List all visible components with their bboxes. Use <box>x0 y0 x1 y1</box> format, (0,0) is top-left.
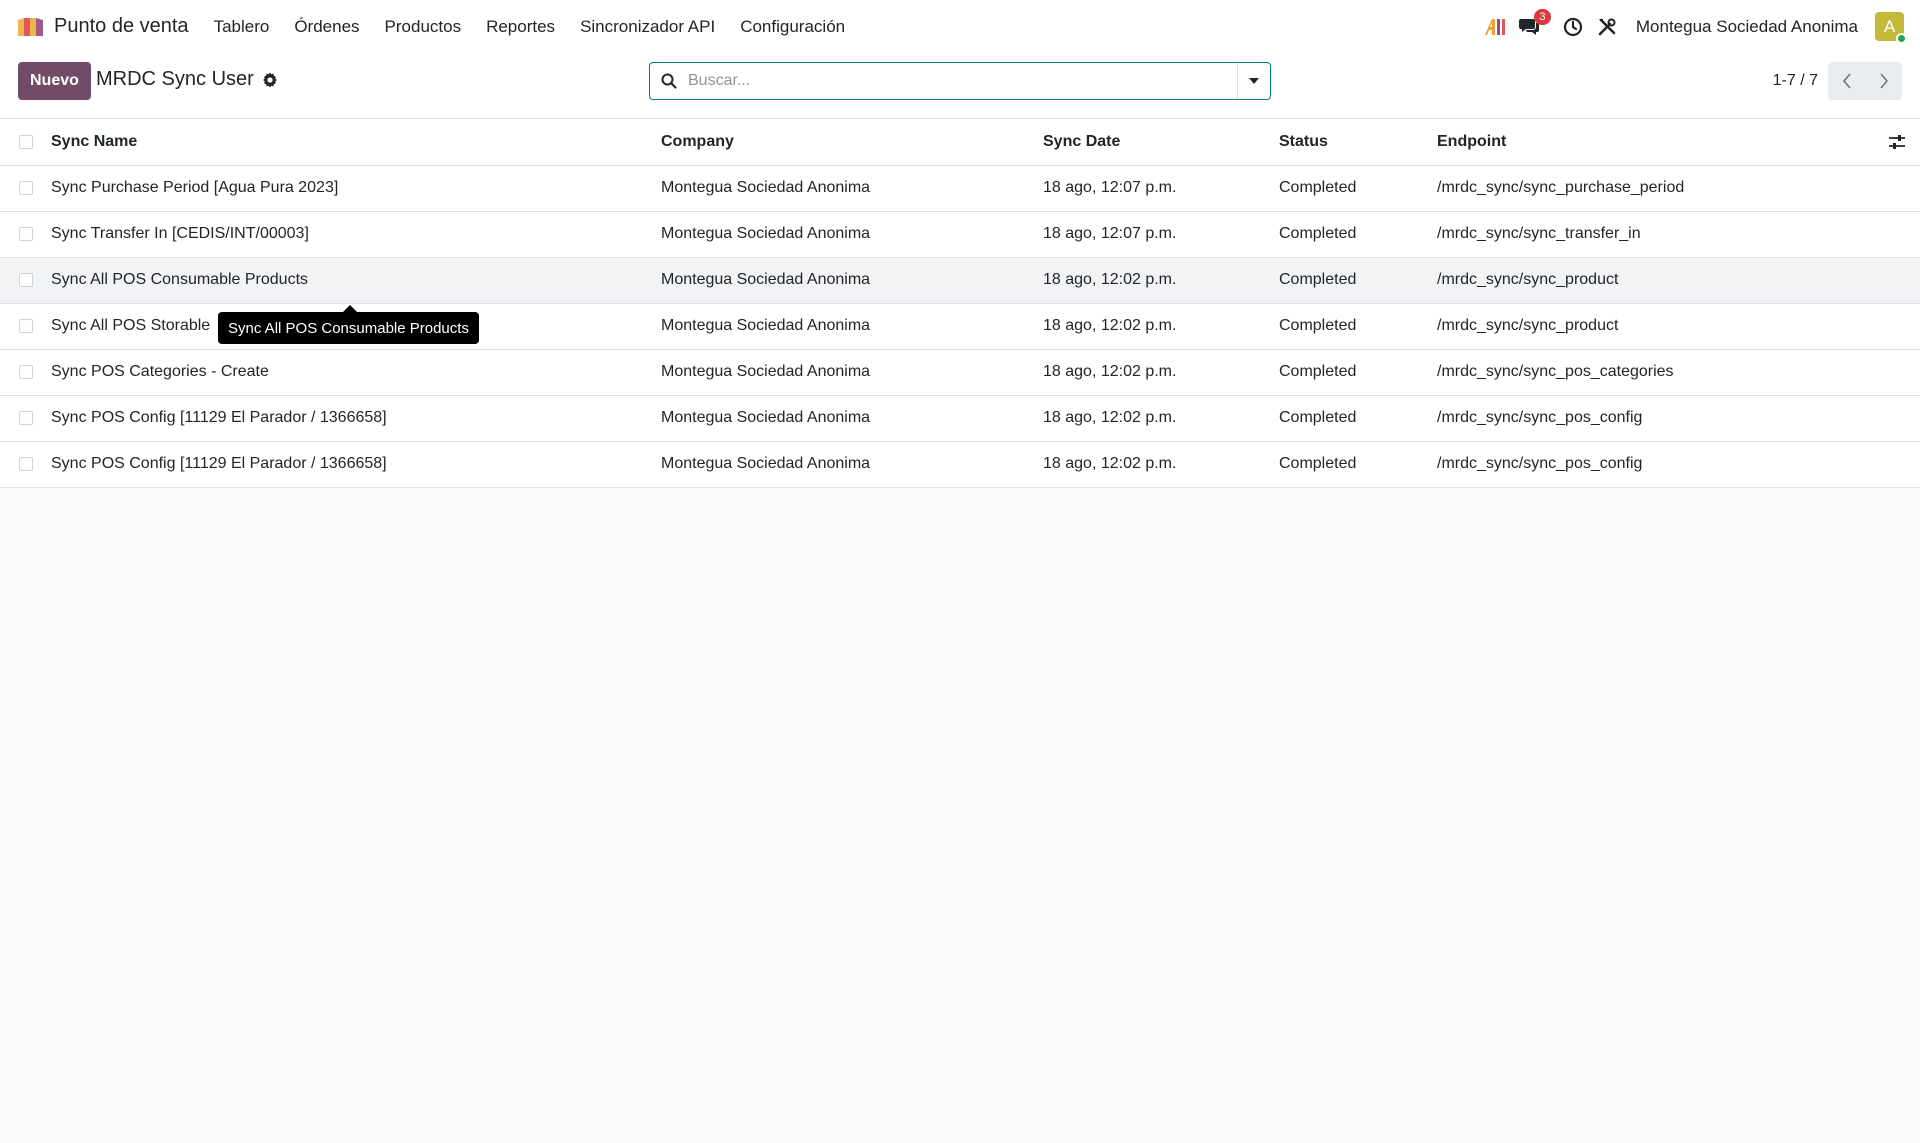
cell-company: Montegua Sociedad Anonima <box>661 179 871 196</box>
table-row[interactable]: Sync All POS Consumable Products Montegu… <box>0 257 1920 303</box>
avatar-letter: A <box>1883 16 1896 36</box>
menu-reportes[interactable]: Reportes <box>486 17 555 37</box>
column-header-company[interactable]: Company <box>661 119 1043 165</box>
cell-endpoint: /mrdc_sync/sync_pos_config <box>1437 455 1643 472</box>
column-header-endpoint[interactable]: Endpoint <box>1437 119 1874 165</box>
cell-sync-name: Sync POS Config [11129 El Parador / 1366… <box>51 455 387 472</box>
row-checkbox[interactable] <box>19 364 33 379</box>
cell-sync-date: 18 ago, 12:02 p.m. <box>1043 409 1177 426</box>
list-view: Sync Name Company Sync Date Status Endpo… <box>0 119 1920 488</box>
optional-columns-icon[interactable] <box>1874 134 1920 150</box>
cell-sync-date: 18 ago, 12:02 p.m. <box>1043 363 1177 380</box>
control-panel: Nuevo MRDC Sync User 1-7 / 7 <box>0 53 1920 119</box>
app-name[interactable]: Punto de venta <box>54 15 189 38</box>
cell-endpoint: /mrdc_sync/sync_purchase_period <box>1437 179 1685 196</box>
tools-icon[interactable] <box>1594 14 1620 40</box>
row-checkbox[interactable] <box>19 410 33 425</box>
new-button[interactable]: Nuevo <box>18 62 91 100</box>
cell-company: Montegua Sociedad Anonima <box>661 455 871 472</box>
menu-ordenes[interactable]: Órdenes <box>294 17 359 37</box>
row-checkbox[interactable] <box>19 226 33 241</box>
table-row[interactable]: Sync POS Categories - Create Montegua So… <box>0 349 1920 395</box>
row-checkbox[interactable] <box>19 180 33 195</box>
user-avatar[interactable]: A <box>1875 12 1907 44</box>
cell-sync-name: Sync POS Config [11129 El Parador / 1366… <box>51 409 387 426</box>
menu-configuracion[interactable]: Configuración <box>740 17 845 37</box>
page-title: MRDC Sync User <box>96 68 254 90</box>
cell-status: Completed <box>1279 225 1357 242</box>
cell-company: Montegua Sociedad Anonima <box>661 363 871 380</box>
navbar-systray: 3 Montegua Sociedad Anonima A <box>1474 8 1907 44</box>
cell-company: Montegua Sociedad Anonima <box>661 409 871 426</box>
caret-down-icon <box>1249 78 1259 84</box>
online-status-icon <box>1896 33 1907 44</box>
cell-endpoint: /mrdc_sync/sync_pos_categories <box>1437 363 1674 380</box>
table-row[interactable]: Sync POS Config [11129 El Parador / 1366… <box>0 395 1920 441</box>
cell-sync-name: Sync POS Categories - Create <box>51 363 269 380</box>
cell-sync-date: 18 ago, 12:07 p.m. <box>1043 225 1177 242</box>
cell-company: Montegua Sociedad Anonima <box>661 271 871 288</box>
pager-next-button[interactable] <box>1865 62 1902 100</box>
company-switcher[interactable]: Montegua Sociedad Anonima <box>1636 17 1858 37</box>
cell-endpoint: /mrdc_sync/sync_product <box>1437 317 1619 334</box>
cell-status: Completed <box>1279 409 1357 426</box>
column-header-sync-date[interactable]: Sync Date <box>1043 119 1279 165</box>
cell-status: Completed <box>1279 271 1357 288</box>
cell-status: Completed <box>1279 317 1357 334</box>
cell-sync-date: 18 ago, 12:07 p.m. <box>1043 179 1177 196</box>
cell-sync-date: 18 ago, 12:02 p.m. <box>1043 317 1177 334</box>
search-input[interactable] <box>688 72 1237 90</box>
breadcrumb: MRDC Sync User <box>96 68 278 91</box>
cell-endpoint: /mrdc_sync/sync_pos_config <box>1437 409 1643 426</box>
cell-sync-name: Sync Transfer In [CEDIS/INT/00003] <box>51 225 309 242</box>
cell-company: Montegua Sociedad Anonima <box>661 225 871 242</box>
table-row[interactable]: Sync Purchase Period [Agua Pura 2023] Mo… <box>0 165 1920 211</box>
cell-sync-name: Sync All POS Consumable Products <box>51 271 309 288</box>
search-icon <box>650 63 688 99</box>
table-header-row: Sync Name Company Sync Date Status Endpo… <box>0 119 1920 165</box>
cell-status: Completed <box>1279 455 1357 472</box>
top-navbar: Punto de venta Tablero Órdenes Productos… <box>0 0 1920 53</box>
menu-sincronizador-api[interactable]: Sincronizador API <box>580 17 715 37</box>
pager: 1-7 / 7 <box>1773 62 1902 100</box>
row-checkbox[interactable] <box>19 318 33 333</box>
cell-company: Montegua Sociedad Anonima <box>661 317 871 334</box>
chat-icon[interactable]: 3 <box>1516 8 1551 40</box>
cell-status: Completed <box>1279 179 1357 196</box>
pos-app-logo-icon[interactable] <box>16 15 45 39</box>
cell-endpoint: /mrdc_sync/sync_transfer_in <box>1437 225 1641 242</box>
column-header-status[interactable]: Status <box>1279 119 1437 165</box>
menu-tablero[interactable]: Tablero <box>214 17 270 37</box>
cell-sync-date: 18 ago, 12:02 p.m. <box>1043 455 1177 472</box>
sync-table: Sync Name Company Sync Date Status Endpo… <box>0 119 1920 488</box>
chevron-right-icon <box>1879 73 1888 89</box>
column-header-sync-name[interactable]: Sync Name <box>51 119 661 165</box>
row-name-tooltip: Sync All POS Consumable Products <box>218 305 479 344</box>
row-checkbox[interactable] <box>19 456 33 471</box>
search-bar <box>649 62 1271 100</box>
ai-icon[interactable] <box>1482 14 1508 40</box>
clock-icon[interactable] <box>1560 14 1586 40</box>
select-all-checkbox[interactable] <box>19 134 33 149</box>
chevron-left-icon <box>1842 73 1851 89</box>
table-row[interactable]: Sync Transfer In [CEDIS/INT/00003] Monte… <box>0 211 1920 257</box>
table-row[interactable]: Sync POS Config [11129 El Parador / 1366… <box>0 441 1920 487</box>
notification-badge: 3 <box>1533 8 1551 25</box>
cell-status: Completed <box>1279 363 1357 380</box>
menu-productos[interactable]: Productos <box>385 17 462 37</box>
search-options-toggle[interactable] <box>1237 63 1270 99</box>
cell-endpoint: /mrdc_sync/sync_product <box>1437 271 1619 288</box>
gear-icon[interactable] <box>262 72 278 88</box>
pager-previous-button[interactable] <box>1828 62 1865 100</box>
row-checkbox[interactable] <box>19 272 33 287</box>
cell-sync-name: Sync Purchase Period [Agua Pura 2023] <box>51 179 339 196</box>
cell-sync-date: 18 ago, 12:02 p.m. <box>1043 271 1177 288</box>
pager-value[interactable]: 1-7 / 7 <box>1773 72 1818 90</box>
